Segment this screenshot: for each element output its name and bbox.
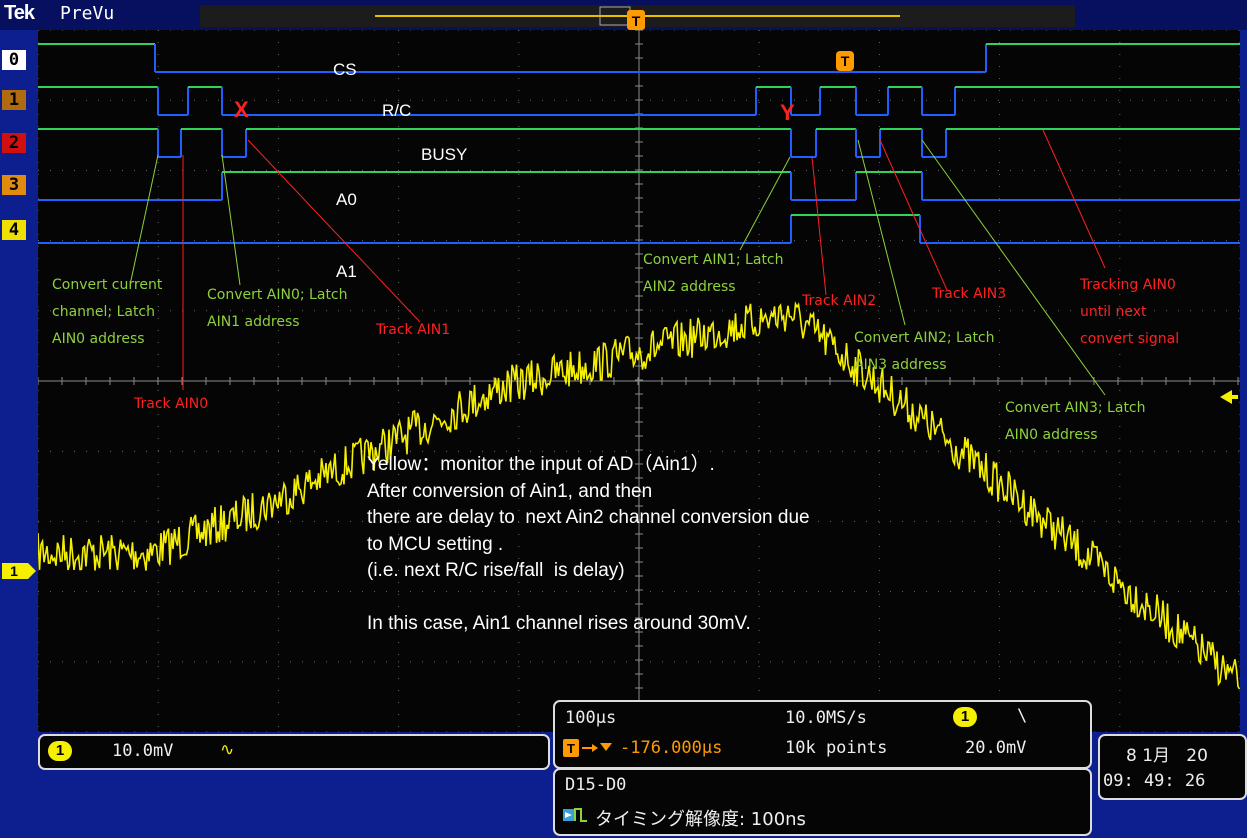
horizontal-settings-panel[interactable]: 100µs 10.0MS/s 1 \ T -176.000µs 10k poin… bbox=[553, 700, 1092, 769]
timing-resolution: タイミング解像度: 100ns bbox=[595, 809, 806, 830]
marker-x: X bbox=[234, 97, 249, 122]
label-a1: A1 bbox=[336, 262, 357, 281]
trigger-level: 20.0mV bbox=[965, 738, 1027, 758]
svg-text:T: T bbox=[567, 741, 575, 756]
trigger-position: -176.000µs bbox=[620, 738, 723, 758]
channel-tag-4[interactable]: 4 bbox=[2, 220, 26, 240]
annotation-arrow bbox=[129, 154, 159, 286]
explanation-note: Yellow：monitor the input of AD（Ain1）. Af… bbox=[367, 454, 810, 634]
annotation-track-ain3: Track AIN3 bbox=[932, 286, 1007, 302]
annotation-track-ain2: Track AIN2 bbox=[802, 293, 877, 309]
annotation-convert-current: Convert current channel; Latch AIN0 addr… bbox=[52, 277, 163, 347]
svg-text:T: T bbox=[841, 53, 850, 69]
annotation-convert-ain2: Convert AIN2; Latch AIN3 address bbox=[854, 330, 995, 373]
ch1-settings-panel[interactable]: 1 10.0mV ∿ bbox=[38, 734, 550, 770]
acquisition-mode: PreVu bbox=[60, 3, 115, 24]
label-busy: BUSY bbox=[421, 145, 468, 164]
annotation-track-ain1: Track AIN1 bbox=[376, 322, 451, 338]
trigger-level-arrow-icon[interactable] bbox=[1218, 389, 1240, 409]
brand-logo: Tek bbox=[4, 2, 35, 24]
sample-rate: 10.0MS/s bbox=[785, 708, 867, 728]
annotation-track-ain0: Track AIN0 bbox=[134, 396, 209, 412]
annotation-arrow bbox=[221, 154, 241, 286]
timing-icon bbox=[563, 805, 589, 825]
channel-tag-3[interactable]: 3 bbox=[2, 175, 26, 195]
marker-y: Y bbox=[780, 100, 795, 125]
svg-text:T: T bbox=[632, 13, 641, 29]
time: 09: 49: 26 bbox=[1103, 771, 1206, 791]
label-rc: R/C bbox=[382, 101, 412, 120]
oscilloscope-screen: Tek PreVu T 0 1 2 3 4 1 CS R/C BUSY A0 A… bbox=[0, 0, 1247, 838]
annotation-arrow bbox=[739, 156, 791, 251]
trigger-point-icon: T bbox=[836, 50, 856, 76]
annotation-convert-ain0: Convert AIN0; Latch AIN1 address bbox=[207, 287, 348, 330]
ch1-badge: 1 bbox=[48, 741, 72, 761]
timebase: 100µs bbox=[565, 708, 617, 728]
ch1-ground-marker[interactable]: 1 bbox=[0, 561, 38, 585]
svg-text:1: 1 bbox=[10, 563, 18, 579]
trigger-offset-icon: T bbox=[563, 737, 623, 759]
annotation-tracking-ain0: Tracking AIN0 until next convert signal bbox=[1080, 277, 1180, 347]
label-a0: A0 bbox=[336, 190, 357, 209]
trigger-source-badge: 1 bbox=[953, 707, 977, 727]
annotation-convert-ain1: Convert AIN1; Latch AIN2 address bbox=[643, 252, 784, 295]
digital-settings-panel[interactable]: D15-D0 タイミング解像度: 100ns bbox=[553, 768, 1092, 836]
ch1-scale: 10.0mV bbox=[112, 741, 174, 761]
digital-group: D15-D0 bbox=[565, 775, 627, 795]
datetime-panel: 8 1月 20 09: 49: 26 bbox=[1098, 734, 1247, 800]
channel-tag-2[interactable]: 2 bbox=[2, 133, 26, 153]
channel-tag-0[interactable]: 0 bbox=[2, 50, 26, 70]
channel-tag-1[interactable]: 1 bbox=[2, 90, 26, 110]
annotation-arrow bbox=[811, 156, 827, 296]
coupling-icon: ∿ bbox=[220, 740, 235, 760]
top-status-bar: Tek PreVu T bbox=[0, 0, 1247, 41]
trigger-slope-icon: \ bbox=[1017, 706, 1028, 726]
annotation-convert-ain3: Convert AIN3; Latch AIN0 address bbox=[1005, 400, 1146, 443]
record-length: 10k points bbox=[785, 738, 888, 758]
label-cs: CS bbox=[333, 60, 357, 79]
date: 8 1月 20 bbox=[1126, 746, 1208, 766]
